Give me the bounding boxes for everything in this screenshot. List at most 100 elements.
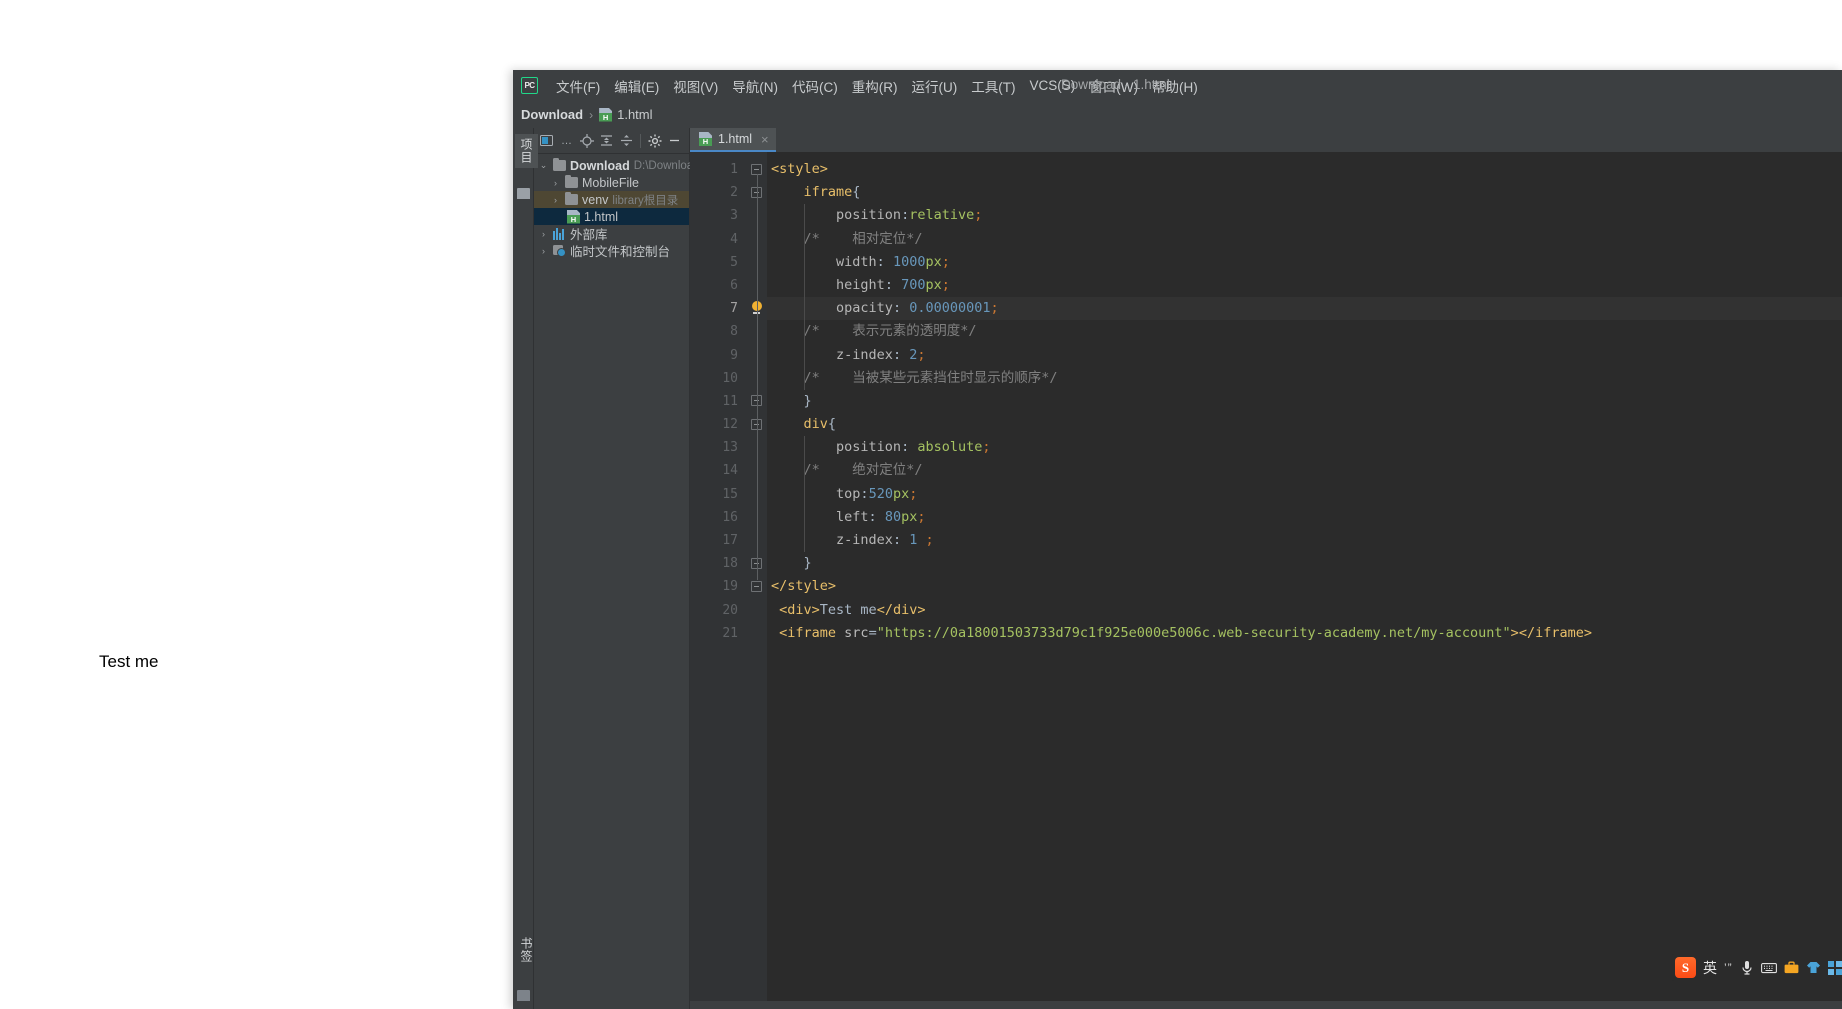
apps-icon[interactable] [1827, 960, 1842, 975]
code-line[interactable]: opacity: 0.00000001; [767, 297, 1842, 321]
expand-all-icon[interactable] [598, 132, 615, 149]
code-token: absolute [917, 439, 983, 456]
code-token: { [827, 416, 837, 433]
menu-view[interactable]: 视图(V) [666, 73, 725, 99]
tool-window-bookmarks-tab[interactable]: 书签 [515, 933, 538, 967]
pycharm-window: PC 文件(F) 编辑(E) 视图(V) 导航(N) 代码(C) 重构(R) 运行(U) 工具… [513, 70, 1842, 1009]
code-token: src [836, 624, 869, 641]
code-folding-gutter[interactable] [747, 152, 767, 1001]
code-token: ; [941, 276, 950, 293]
ellipsis-icon[interactable]: … [558, 132, 575, 149]
code-editor[interactable]: 1 2 3 4 5 6 7 8 9 10 11 12 13 14 15 16 17 18 19 20 21 <style… [690, 152, 1842, 1001]
chevron-right-icon[interactable]: › [550, 178, 561, 188]
menu-navigate[interactable]: 导航(N) [725, 73, 785, 99]
code-line[interactable]: /* 绝对定位*/ [771, 459, 1842, 482]
code-token: > [1510, 624, 1519, 641]
code-token: position [836, 439, 902, 456]
code-line[interactable]: } [771, 552, 1842, 575]
code-line[interactable]: iframe{ [771, 181, 1842, 204]
code-token: : [876, 253, 893, 270]
chevron-right-icon[interactable]: › [538, 246, 549, 256]
tree-node-[interactable]: › 临时文件和控制台 [534, 242, 689, 259]
code-line[interactable]: <div>Test me</div> [771, 599, 1842, 622]
code-content[interactable]: <style> iframe{ position:relative; /* 相对… [767, 152, 1842, 1001]
code-line[interactable]: } [771, 390, 1842, 413]
keyboard-icon[interactable] [1760, 962, 1777, 974]
code-line[interactable]: /* 相对定位*/ [771, 228, 1842, 251]
fold-collapse-icon[interactable] [751, 163, 762, 175]
breadcrumb-root[interactable]: Download [521, 107, 583, 122]
code-token: } [803, 392, 812, 409]
pycharm-logo-icon: PC [521, 77, 538, 94]
close-icon[interactable]: × [761, 132, 769, 147]
tree-node-1.html[interactable]: 1.html [534, 208, 689, 225]
breadcrumb-file[interactable]: 1.html [599, 107, 653, 122]
chevron-right-icon[interactable]: › [538, 229, 549, 239]
structure-icon[interactable] [517, 188, 530, 199]
code-line[interactable]: <iframe src="https://0a18001503733d79c1f… [771, 622, 1842, 645]
code-line[interactable]: z-index: 1 ; [771, 529, 1842, 552]
code-line[interactable]: position: absolute; [771, 436, 1842, 459]
code-line[interactable]: top:520px; [771, 483, 1842, 506]
folder-icon [553, 157, 566, 171]
code-line[interactable]: position:relative; [771, 204, 1842, 227]
editor-tab-1html[interactable]: 1.html × [690, 128, 776, 152]
tree-node-label: 临时文件和控制台 [570, 245, 671, 259]
scratches-icon [553, 244, 566, 257]
fold-cell [747, 622, 767, 645]
tree-node-label: MobileFile [582, 175, 639, 190]
line-number: 11 [722, 393, 738, 409]
fold-end-icon[interactable] [751, 580, 762, 592]
menu-code[interactable]: 代码(C) [785, 73, 845, 99]
line-number: 15 [722, 486, 738, 502]
code-token: ; [941, 253, 950, 270]
code-line[interactable]: div{ [771, 413, 1842, 436]
menu-tools[interactable]: 工具(T) [964, 73, 1022, 99]
ime-punctuation-icon[interactable]: ’” [1724, 961, 1733, 975]
tree-node-mobilefile[interactable]: › MobileFile [534, 174, 689, 191]
code-line[interactable]: z-index: 2; [771, 344, 1842, 367]
menu-run[interactable]: 运行(U) [905, 73, 965, 99]
menu-edit[interactable]: 编辑(E) [607, 73, 666, 99]
library-icon [553, 227, 566, 240]
code-line[interactable]: /* 表示元素的透明度*/ [771, 320, 1842, 343]
tree-node-venv[interactable]: › venv library根目录 [534, 191, 689, 208]
locate-icon[interactable] [578, 132, 595, 149]
tree-node-[interactable]: › 外部库 [534, 225, 689, 242]
code-line[interactable]: /* 当被某些元素挡住时显示的顺序*/ [771, 367, 1842, 390]
editor-tab-label: 1.html [718, 132, 753, 146]
tree-node-download[interactable]: ⌄ Download D:\Download [534, 157, 700, 174]
tool-window-project-tab[interactable]: 项目 [515, 134, 538, 168]
code-line[interactable]: </style> [771, 575, 1842, 598]
status-bar [690, 1001, 1842, 1009]
code-token: : [884, 276, 902, 293]
menu-file[interactable]: 文件(F) [549, 73, 607, 99]
code-line[interactable]: width: 1000px; [771, 251, 1842, 274]
chevron-down-icon[interactable]: ⌄ [538, 160, 549, 171]
chevron-right-icon[interactable]: › [550, 195, 561, 205]
code-line[interactable]: height: 700px; [771, 274, 1842, 297]
line-number: 20 [722, 602, 738, 618]
microphone-icon[interactable] [1740, 960, 1754, 976]
screen-root: Test me PC 文件(F) 编辑(E) 视图(V) 导航(N) 代码(C) 重构(R… [0, 0, 1842, 1009]
collapse-all-icon[interactable] [618, 132, 635, 149]
menu-refactor[interactable]: 重构(R) [845, 73, 905, 99]
code-line[interactable]: left: 80px; [771, 506, 1842, 529]
code-line[interactable]: <style> [771, 158, 1842, 181]
select-opened-file-icon[interactable] [538, 132, 555, 149]
code-token: ; [917, 508, 926, 525]
folder-icon [565, 174, 578, 188]
favorites-icon[interactable] [517, 990, 530, 1001]
ime-mode-label[interactable]: 英 [1703, 958, 1717, 978]
indent-guide [804, 436, 805, 553]
settings-gear-icon[interactable] [646, 132, 663, 149]
skin-icon[interactable] [1806, 961, 1821, 974]
hide-panel-icon[interactable] [666, 132, 683, 149]
code-token: </div> [876, 601, 926, 618]
code-token: ; [917, 532, 934, 548]
toolbox-icon[interactable] [1784, 961, 1799, 974]
sogou-logo-icon[interactable] [1675, 957, 1696, 978]
fold-connector [756, 197, 758, 394]
line-number: 8 [730, 324, 738, 340]
html-file-icon [699, 132, 712, 146]
